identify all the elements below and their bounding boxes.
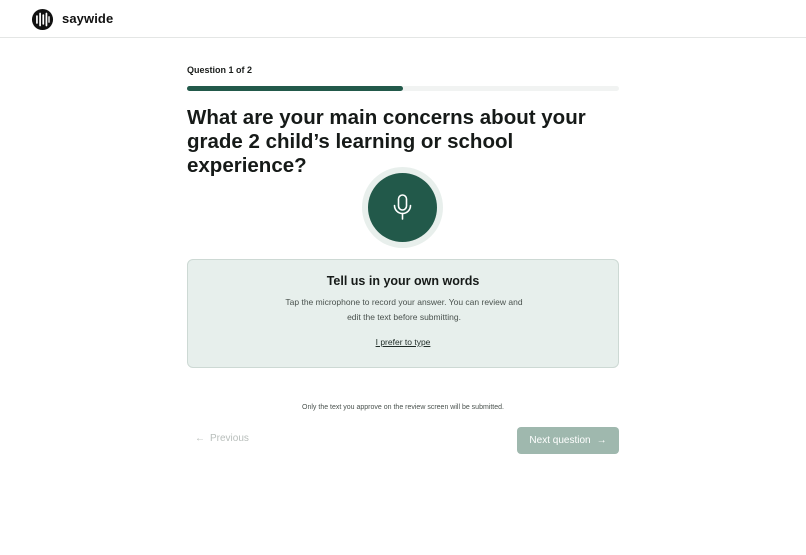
microphone-icon [393,194,412,220]
arrow-left-icon: ← [195,433,205,444]
microphone-ring [362,167,443,248]
brand-name[interactable]: saywide [62,11,113,26]
voice-instructions-card: Tell us in your own words Tap the microp… [187,259,619,368]
question-counter: Question 1 of 2 [187,65,253,75]
card-title: Tell us in your own words [326,274,480,288]
arrow-right-icon: → [596,435,607,446]
saywide-logo-icon[interactable] [31,8,54,31]
next-question-label: Next question [529,435,591,446]
prefer-to-type-link[interactable]: I prefer to type [188,337,618,347]
record-microphone-button[interactable] [368,173,437,242]
previous-button[interactable]: ← Previous [195,433,249,444]
next-question-button[interactable]: Next question → [517,427,619,454]
app-header: saywide [0,0,806,38]
card-description: Tap the microphone to record your answer… [285,297,523,322]
submission-disclaimer: Only the text you approve on the review … [302,404,504,411]
progress-bar [187,86,619,91]
previous-label: Previous [210,433,249,444]
progress-bar-fill [187,86,403,91]
